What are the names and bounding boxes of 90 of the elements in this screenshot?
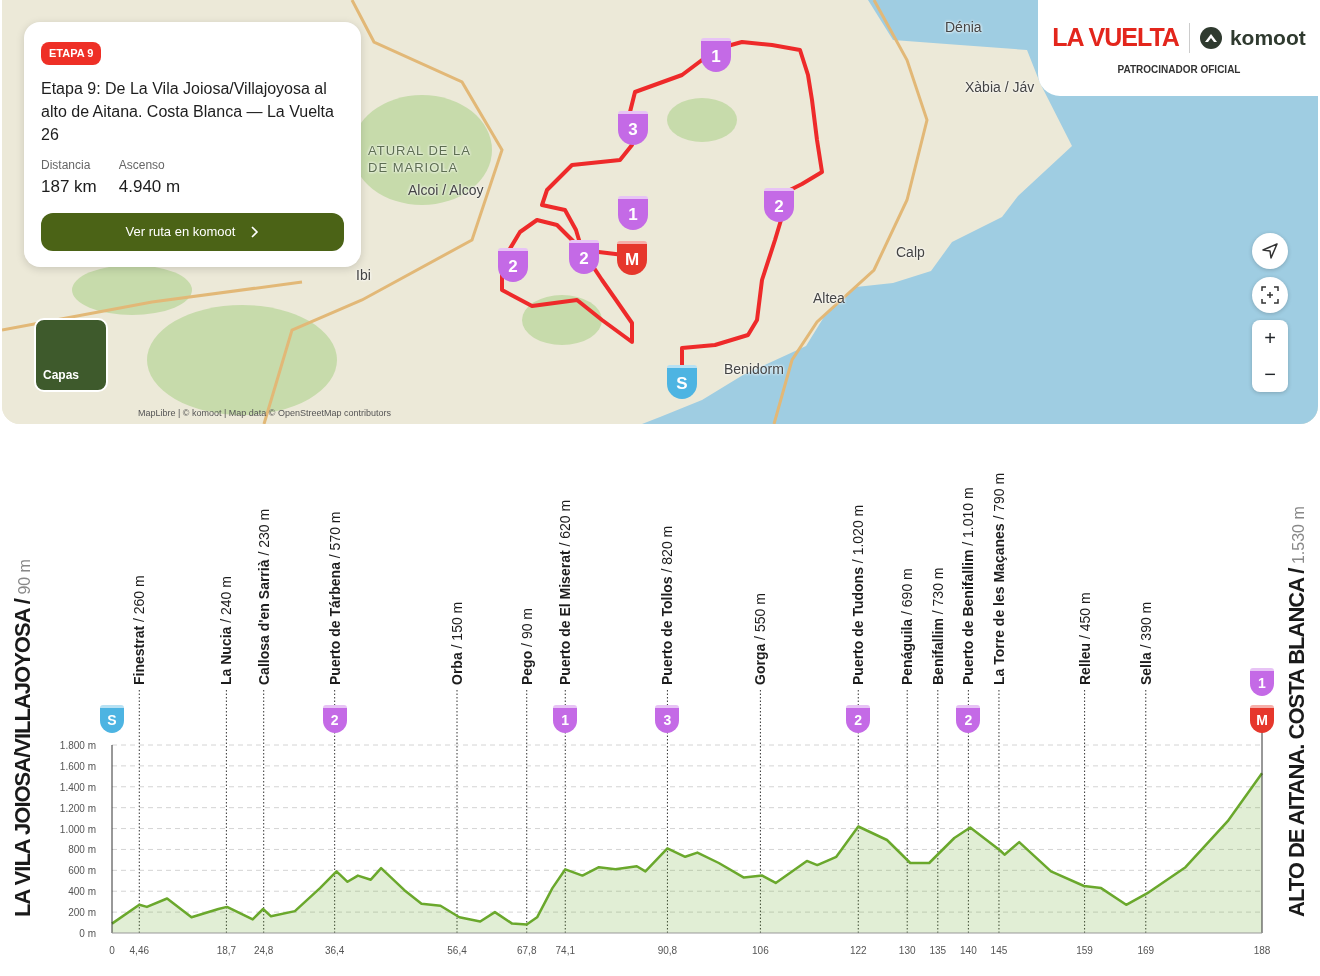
route-title: Etapa 9: De La Vila Joiosa/Villajoyosa al alto de Aitana. Costa Blanca — La Vuelta 26 <box>41 78 335 145</box>
waypoint-label: Puerto de El Miserat / 620 m <box>556 499 575 685</box>
climb-marker: 1 <box>618 196 648 230</box>
finish-title: ALTO DE AITANA. COSTA BLANCA / 1.530 m <box>1283 506 1310 917</box>
y-axis-label: 1.600 m <box>59 760 96 772</box>
start-title: LA VILA JOIOSA/VILLAJOYOSA / 90 m <box>9 559 36 917</box>
place-label: Alcoi / Alcoy <box>408 181 484 200</box>
partner-logo-text: komoot <box>1229 24 1306 51</box>
climb-badge: 1 <box>553 705 578 733</box>
waypoint-label: Puerto de Benifallim / 1.010 m <box>959 487 978 685</box>
waypoint-label: Penáguila / 690 m <box>898 568 917 685</box>
x-axis-label: 18,7 <box>216 945 237 956</box>
place-label: Ibi <box>356 266 371 285</box>
x-axis-label: 36,4 <box>324 945 345 956</box>
x-axis-label: 4,46 <box>129 945 149 956</box>
layers-button[interactable]: Capas <box>34 318 108 392</box>
y-axis-label: 1.400 m <box>59 781 96 793</box>
climb-marker: 2 <box>498 248 528 282</box>
mountain-logo-icon <box>1199 26 1222 49</box>
climb-marker: 2 <box>569 240 599 274</box>
y-axis-label: 600 m <box>68 865 96 877</box>
waypoint-label: Finestrat / 260 m <box>130 575 149 685</box>
x-axis-label: 169 <box>1137 945 1155 956</box>
place-label: Benidorm <box>724 360 784 379</box>
x-axis-label: 140 <box>960 945 977 956</box>
climb-badge: 2 <box>322 705 347 733</box>
y-axis-label: 200 m <box>68 907 96 919</box>
place-label: Altea <box>813 289 845 308</box>
x-axis-label: 188 <box>1253 945 1271 956</box>
stat-label: Ascenso <box>118 156 166 174</box>
waypoint-label: Relleu / 450 m <box>1075 592 1094 685</box>
x-axis-label: 159 <box>1076 945 1093 956</box>
place-label: Calp <box>896 243 925 262</box>
climb-marker: 3 <box>618 111 648 145</box>
climb-badge: 3 <box>655 705 680 733</box>
waypoint-label: Sella / 390 m <box>1136 601 1155 685</box>
x-axis-label: 135 <box>929 945 947 956</box>
x-axis-label: 56,4 <box>447 945 467 956</box>
zoom-in-button[interactable]: + <box>1252 320 1288 356</box>
waypoint-label: Puerto de Tárbena / 570 m <box>325 511 344 685</box>
waypoint-label: Callosa d'en Sarrià / 230 m <box>254 508 273 685</box>
fit-view-icon <box>1261 286 1279 304</box>
waypoint-label: La Nucia / 240 m <box>217 576 236 685</box>
x-axis-label: 0 <box>109 945 115 956</box>
start-badge: S <box>100 705 124 733</box>
y-axis-label: 1.000 m <box>59 823 96 835</box>
climb-badge: 1 <box>1250 668 1274 696</box>
finish-marker: M <box>617 241 647 275</box>
y-axis-label: 400 m <box>68 886 96 898</box>
place-label: Dénia <box>945 18 982 37</box>
y-axis-label: 0 m <box>79 928 96 939</box>
forest-area <box>667 98 737 142</box>
view-route-button[interactable]: Ver ruta en komoot <box>41 213 344 251</box>
sponsor-caption: PATROCINADOR OFICIAL <box>1117 63 1241 78</box>
map-attribution: MapLibre | © komoot | Map data © OpenStreetMap contributors <box>138 407 392 420</box>
climb-marker: 2 <box>764 188 794 222</box>
stat-label: Distancia <box>41 156 92 174</box>
start-marker: S <box>667 365 697 399</box>
navigation-arrow-icon <box>1261 242 1279 260</box>
stage-badge: ETAPA 9 <box>41 42 102 65</box>
climb-badge: 2 <box>846 705 871 733</box>
y-axis-label: 800 m <box>68 844 96 856</box>
x-axis-label: 90,8 <box>657 945 678 956</box>
stat-value: 4.940 m <box>118 175 181 198</box>
chevron-right-icon <box>251 226 260 238</box>
stat-value: 187 km <box>41 175 97 198</box>
waypoint-label: La Torre de les Maçanes / 790 m <box>989 472 1008 685</box>
x-axis-label: 106 <box>752 945 769 956</box>
waypoint-label: Puerto de Tudons / 1.020 m <box>849 504 868 685</box>
waypoint-label: Benifallim / 730 m <box>928 567 947 685</box>
x-axis-label: 130 <box>898 945 916 956</box>
place-label: ATURAL DE LA <box>368 142 472 160</box>
place-label: DE MARIOLA <box>368 159 459 177</box>
x-axis-label: 74,1 <box>555 945 575 956</box>
waypoint-label: Pego / 90 m <box>517 607 536 685</box>
x-axis-label: 67,8 <box>517 945 537 956</box>
waypoint-label: Puerto de Tollos / 820 m <box>658 525 677 685</box>
climb-marker: 1 <box>701 38 731 72</box>
y-axis-label: 1.200 m <box>59 802 96 814</box>
x-axis-label: 24,8 <box>253 945 274 956</box>
place-label: Xàbia / Jáv <box>965 78 1035 97</box>
x-axis-label: 122 <box>849 945 867 956</box>
waypoint-label: Orba / 150 m <box>448 601 466 685</box>
y-axis-label: 1.800 m <box>59 740 96 751</box>
zoom-out-button[interactable]: − <box>1252 356 1288 392</box>
finish-badge: M <box>1250 705 1274 733</box>
waypoint-label: Gorga / 550 m <box>751 593 770 685</box>
x-axis-label: 145 <box>990 945 1008 956</box>
brand-logo-text: LA VUELTA <box>1052 21 1179 53</box>
climb-badge: 2 <box>956 705 981 733</box>
